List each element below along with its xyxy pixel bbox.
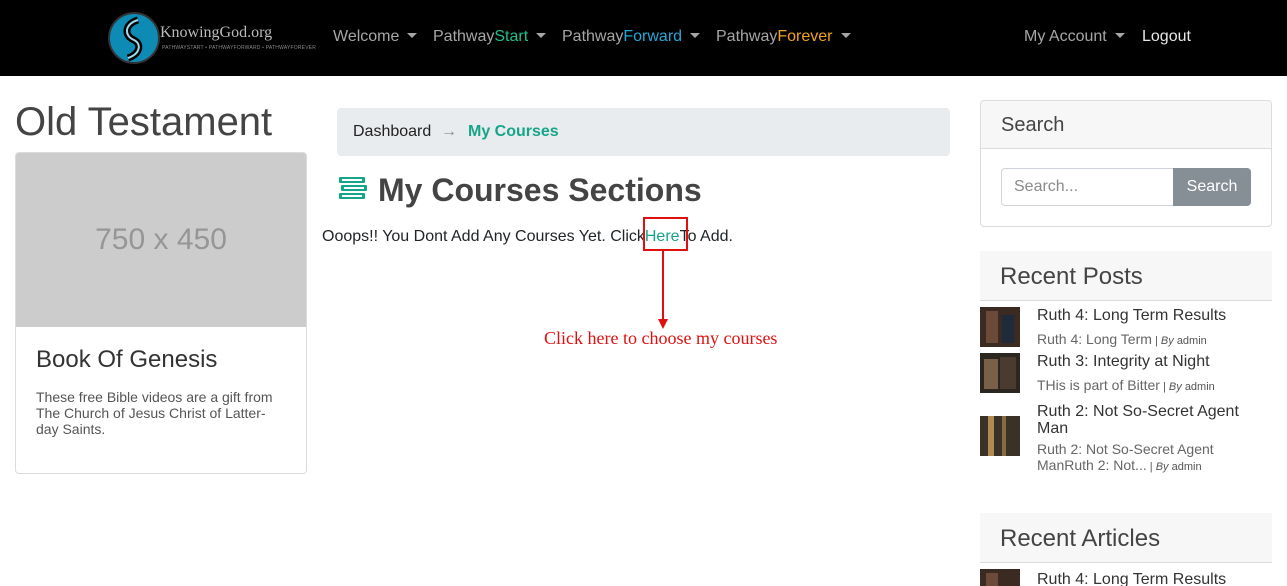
card-title[interactable]: Book Of Genesis — [36, 346, 217, 374]
chevron-down-icon — [690, 33, 701, 38]
post-thumbnail — [980, 307, 1020, 347]
chevron-down-icon — [1114, 33, 1125, 38]
logo-text: KnowingGod.org — [160, 24, 273, 41]
nav-forever-label: Forever — [777, 28, 833, 45]
search-widget: Search Search — [980, 100, 1272, 227]
recent-post-item[interactable]: Ruth 4: Long Term Results Ruth 4: Long T… — [980, 307, 1272, 347]
post-excerpt: Ruth 4: Long Term — [1037, 331, 1152, 347]
nav-pathway-forward[interactable]: PathwayForward — [562, 27, 701, 47]
card-image-placeholder: 750 x 450 — [16, 153, 306, 327]
nav-logout[interactable]: Logout — [1142, 27, 1191, 47]
category-title: Old Testament — [15, 100, 273, 144]
nav-pathway-prefix: Pathway — [562, 28, 624, 45]
logo-wave-icon — [123, 16, 143, 62]
nav-my-account-label: My Account — [1024, 28, 1107, 45]
chevron-down-icon — [840, 33, 851, 38]
recent-posts-heading: Recent Posts — [980, 251, 1272, 301]
recent-articles-heading: Recent Articles — [980, 513, 1272, 563]
nav-pathway-prefix: Pathway — [433, 28, 495, 45]
search-widget-heading: Search — [981, 101, 1271, 149]
post-title[interactable]: Ruth 2: Not So-Secret Agent Man — [1037, 403, 1267, 437]
chevron-down-icon — [407, 33, 418, 38]
course-card[interactable]: 750 x 450 Book Of Genesis These free Bib… — [15, 152, 307, 474]
post-meta: Ruth 2: Not So-Secret Agent ManRuth 2: N… — [1037, 441, 1214, 473]
books-icon — [339, 177, 367, 199]
recent-post-item[interactable]: Ruth 3: Integrity at Night THis is part … — [980, 353, 1272, 393]
breadcrumb-current: My Courses — [468, 123, 559, 140]
article-thumbnail — [980, 569, 1020, 586]
search-button[interactable]: Search — [1173, 168, 1251, 206]
nav-pathway-forever[interactable]: PathwayForever — [716, 27, 851, 47]
nav-forward-label: Forward — [623, 28, 683, 45]
nav-welcome[interactable]: Welcome — [333, 27, 418, 47]
recent-post-item[interactable]: Ruth 2: Not So-Secret Agent Man Ruth 2: … — [980, 402, 1272, 473]
annotation-highlight-box — [643, 217, 688, 251]
article-title[interactable]: Ruth 4: Long Term Results — [1037, 571, 1267, 586]
post-meta: THis is part of Bitter | By admin — [1037, 377, 1215, 393]
post-title[interactable]: Ruth 4: Long Term Results — [1037, 307, 1267, 324]
post-by-label: By — [1168, 381, 1182, 393]
logo-mark-icon — [108, 12, 160, 64]
post-thumbnail — [980, 416, 1020, 456]
message-prefix: Ooops!! You Dont Add Any Courses Yet. Cl… — [322, 228, 645, 245]
logo-subtext: PATHWAYSTART • PATHWAYFORWARD • PATHWAYF… — [162, 45, 317, 51]
annotation-text: Click here to choose my courses — [544, 328, 778, 348]
post-author: admin — [1176, 335, 1207, 347]
section-title: My Courses Sections — [378, 172, 702, 208]
breadcrumb-separator: → — [441, 123, 457, 140]
post-title[interactable]: Ruth 3: Integrity at Night — [1037, 353, 1267, 370]
nav-pathway-prefix: Pathway — [716, 28, 778, 45]
post-thumbnail — [980, 353, 1020, 393]
recent-article-item[interactable]: Ruth 4: Long Term Results — [980, 569, 1272, 586]
chevron-down-icon — [536, 33, 547, 38]
top-navbar: KnowingGod.org PATHWAYSTART • PATHWAYFOR… — [0, 0, 1287, 76]
post-by-label: By — [1160, 335, 1174, 347]
nav-my-account[interactable]: My Account — [1024, 27, 1125, 47]
nav-welcome-label: Welcome — [333, 28, 400, 45]
nav-pathway-start[interactable]: PathwayStart — [433, 27, 547, 47]
post-meta: Ruth 4: Long Term | By admin — [1037, 331, 1207, 347]
breadcrumb-dashboard-link[interactable]: Dashboard — [353, 123, 431, 141]
site-logo[interactable]: KnowingGod.org PATHWAYSTART • PATHWAYFOR… — [108, 12, 316, 64]
annotation-arrow-line — [662, 251, 664, 321]
post-author: admin — [1171, 461, 1202, 473]
card-description: These free Bible videos are a gift from … — [36, 389, 273, 437]
search-input[interactable] — [1001, 168, 1175, 206]
nav-start-label: Start — [494, 28, 529, 45]
post-by-label: By — [1155, 461, 1169, 473]
breadcrumb: Dashboard → My Courses — [337, 108, 950, 156]
post-author: admin — [1184, 381, 1215, 393]
post-excerpt: THis is part of Bitter — [1037, 377, 1160, 393]
